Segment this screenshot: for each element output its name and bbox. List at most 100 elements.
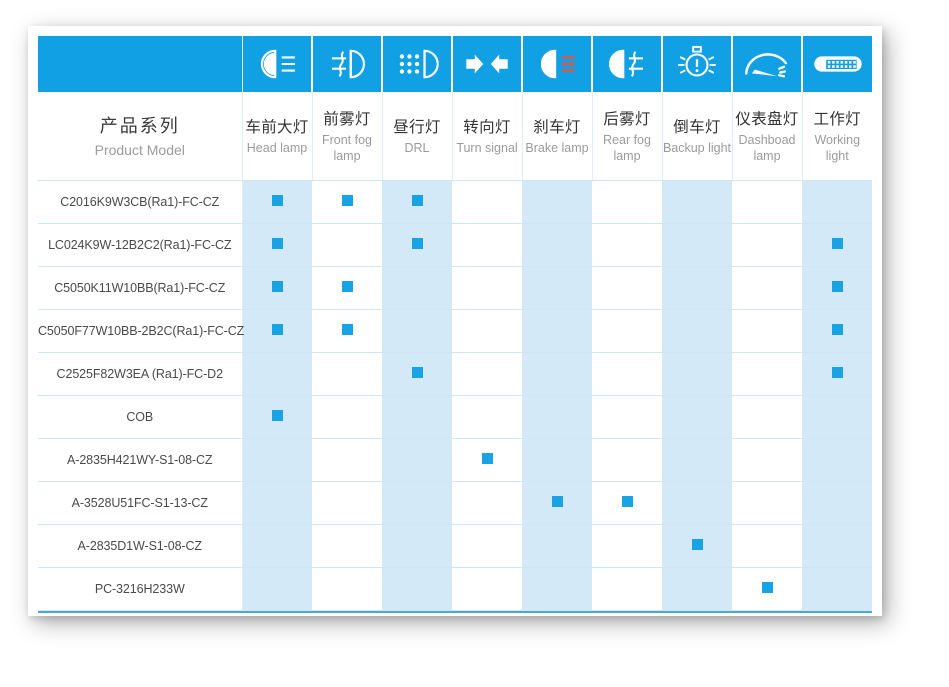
matrix-cell-r9-c2[interactable] <box>382 567 452 611</box>
matrix-cell-r0-c5[interactable] <box>592 180 662 224</box>
matrix-cell-r0-c1[interactable] <box>312 180 382 224</box>
matrix-cell-r2-c8[interactable] <box>802 266 872 310</box>
matrix-cell-r6-c4[interactable] <box>522 438 592 482</box>
matrix-cell-r5-c5[interactable] <box>592 395 662 439</box>
matrix-cell-r8-c2[interactable] <box>382 524 452 568</box>
matrix-cell-r8-c1[interactable] <box>312 524 382 568</box>
matrix-cell-r4-c5[interactable] <box>592 352 662 396</box>
matrix-cell-r6-c8[interactable] <box>802 438 872 482</box>
table-row[interactable]: C2016K9W3CB(Ra1)-FC-CZ <box>38 180 872 224</box>
table-row[interactable]: A-2835H421WY-S1-08-CZ <box>38 438 872 482</box>
matrix-cell-r2-c0[interactable] <box>242 266 312 310</box>
matrix-cell-r9-c0[interactable] <box>242 567 312 611</box>
matrix-cell-r2-c1[interactable] <box>312 266 382 310</box>
matrix-cell-r4-c6[interactable] <box>662 352 732 396</box>
table-row[interactable]: A-2835D1W-S1-08-CZ <box>38 524 872 568</box>
matrix-cell-r1-c4[interactable] <box>522 223 592 267</box>
table-row[interactable]: C5050F77W10BB-2B2C(Ra1)-FC-CZ <box>38 309 872 353</box>
matrix-cell-r2-c3[interactable] <box>452 266 522 310</box>
matrix-cell-r8-c3[interactable] <box>452 524 522 568</box>
matrix-cell-r3-c3[interactable] <box>452 309 522 353</box>
matrix-cell-r1-c2[interactable] <box>382 223 452 267</box>
matrix-cell-r4-c3[interactable] <box>452 352 522 396</box>
matrix-cell-r3-c1[interactable] <box>312 309 382 353</box>
matrix-cell-r6-c1[interactable] <box>312 438 382 482</box>
matrix-cell-r8-c0[interactable] <box>242 524 312 568</box>
matrix-cell-r9-c8[interactable] <box>802 567 872 611</box>
matrix-cell-r3-c2[interactable] <box>382 309 452 353</box>
matrix-cell-r5-c1[interactable] <box>312 395 382 439</box>
matrix-cell-r0-c8[interactable] <box>802 180 872 224</box>
matrix-cell-r6-c5[interactable] <box>592 438 662 482</box>
matrix-cell-r6-c3[interactable] <box>452 438 522 482</box>
matrix-cell-r7-c2[interactable] <box>382 481 452 525</box>
matrix-cell-r7-c3[interactable] <box>452 481 522 525</box>
matrix-cell-r4-c4[interactable] <box>522 352 592 396</box>
matrix-cell-r0-c3[interactable] <box>452 180 522 224</box>
matrix-cell-r4-c2[interactable] <box>382 352 452 396</box>
matrix-cell-r2-c6[interactable] <box>662 266 732 310</box>
matrix-cell-r0-c2[interactable] <box>382 180 452 224</box>
matrix-cell-r2-c7[interactable] <box>732 266 802 310</box>
table-row[interactable]: LC024K9W-12B2C2(Ra1)-FC-CZ <box>38 223 872 267</box>
matrix-cell-r8-c4[interactable] <box>522 524 592 568</box>
matrix-cell-r2-c4[interactable] <box>522 266 592 310</box>
matrix-cell-r8-c8[interactable] <box>802 524 872 568</box>
matrix-cell-r1-c1[interactable] <box>312 223 382 267</box>
matrix-cell-r9-c3[interactable] <box>452 567 522 611</box>
matrix-cell-r6-c0[interactable] <box>242 438 312 482</box>
matrix-cell-r3-c0[interactable] <box>242 309 312 353</box>
table-row[interactable]: C5050K11W10BB(Ra1)-FC-CZ <box>38 266 872 310</box>
matrix-cell-r1-c3[interactable] <box>452 223 522 267</box>
matrix-cell-r6-c6[interactable] <box>662 438 732 482</box>
matrix-cell-r1-c7[interactable] <box>732 223 802 267</box>
matrix-cell-r3-c8[interactable] <box>802 309 872 353</box>
table-row[interactable]: COB <box>38 395 872 439</box>
matrix-cell-r3-c7[interactable] <box>732 309 802 353</box>
matrix-cell-r8-c6[interactable] <box>662 524 732 568</box>
matrix-cell-r5-c8[interactable] <box>802 395 872 439</box>
matrix-cell-r7-c0[interactable] <box>242 481 312 525</box>
matrix-cell-r2-c5[interactable] <box>592 266 662 310</box>
matrix-cell-r4-c1[interactable] <box>312 352 382 396</box>
table-row[interactable]: C2525F82W3EA (Ra1)-FC-D2 <box>38 352 872 396</box>
matrix-cell-r7-c5[interactable] <box>592 481 662 525</box>
matrix-cell-r3-c6[interactable] <box>662 309 732 353</box>
matrix-cell-r5-c3[interactable] <box>452 395 522 439</box>
matrix-cell-r8-c5[interactable] <box>592 524 662 568</box>
matrix-cell-r4-c8[interactable] <box>802 352 872 396</box>
matrix-cell-r5-c6[interactable] <box>662 395 732 439</box>
matrix-cell-r1-c6[interactable] <box>662 223 732 267</box>
matrix-cell-r9-c1[interactable] <box>312 567 382 611</box>
matrix-cell-r7-c1[interactable] <box>312 481 382 525</box>
matrix-cell-r6-c7[interactable] <box>732 438 802 482</box>
matrix-cell-r8-c7[interactable] <box>732 524 802 568</box>
matrix-cell-r4-c0[interactable] <box>242 352 312 396</box>
matrix-cell-r0-c6[interactable] <box>662 180 732 224</box>
matrix-cell-r5-c4[interactable] <box>522 395 592 439</box>
matrix-cell-r9-c5[interactable] <box>592 567 662 611</box>
table-row[interactable]: A-3528U51FC-S1-13-CZ <box>38 481 872 525</box>
matrix-cell-r9-c4[interactable] <box>522 567 592 611</box>
matrix-cell-r5-c0[interactable] <box>242 395 312 439</box>
matrix-cell-r1-c5[interactable] <box>592 223 662 267</box>
matrix-cell-r0-c7[interactable] <box>732 180 802 224</box>
matrix-cell-r0-c4[interactable] <box>522 180 592 224</box>
matrix-cell-r7-c7[interactable] <box>732 481 802 525</box>
matrix-cell-r7-c8[interactable] <box>802 481 872 525</box>
matrix-cell-r9-c7[interactable] <box>732 567 802 611</box>
matrix-cell-r1-c8[interactable] <box>802 223 872 267</box>
matrix-cell-r5-c2[interactable] <box>382 395 452 439</box>
matrix-cell-r3-c5[interactable] <box>592 309 662 353</box>
matrix-cell-r7-c4[interactable] <box>522 481 592 525</box>
matrix-cell-r3-c4[interactable] <box>522 309 592 353</box>
matrix-cell-r7-c6[interactable] <box>662 481 732 525</box>
matrix-cell-r2-c2[interactable] <box>382 266 452 310</box>
matrix-cell-r5-c7[interactable] <box>732 395 802 439</box>
matrix-cell-r1-c0[interactable] <box>242 223 312 267</box>
matrix-cell-r9-c6[interactable] <box>662 567 732 611</box>
matrix-cell-r4-c7[interactable] <box>732 352 802 396</box>
table-row[interactable]: PC-3216H233W <box>38 567 872 611</box>
matrix-cell-r6-c2[interactable] <box>382 438 452 482</box>
matrix-cell-r0-c0[interactable] <box>242 180 312 224</box>
